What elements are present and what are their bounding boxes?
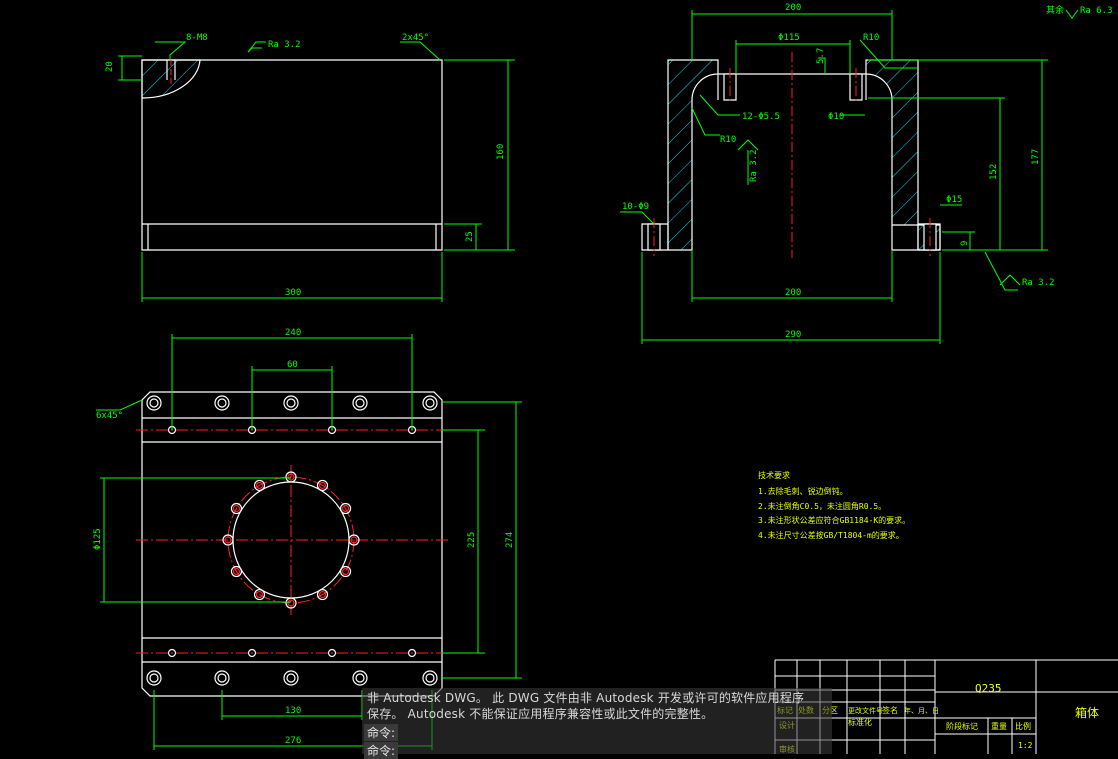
svg-text:300: 300 <box>285 288 301 298</box>
svg-text:9: 9 <box>960 241 970 246</box>
svg-text:其余: 其余 <box>1046 4 1064 16</box>
counterbore-hole <box>146 395 162 411</box>
plan-labels: 240 60 6x45° Φ125 225 274 130 276 <box>93 328 515 746</box>
svg-text:Φ15: Φ15 <box>946 195 962 205</box>
counterbore-hole <box>214 670 230 686</box>
svg-text:276: 276 <box>285 736 301 746</box>
note-item: 2.未注倒角C0.5，未注圆角R0.5。 <box>758 501 886 511</box>
svg-text:Ra 6.3: Ra 6.3 <box>1080 6 1113 16</box>
svg-text:Φ125: Φ125 <box>93 528 103 550</box>
part-name: 箱体 <box>1075 705 1099 720</box>
material-label: Q235 <box>975 682 1002 695</box>
svg-text:R10: R10 <box>720 135 736 145</box>
svg-text:10-Φ9: 10-Φ9 <box>622 202 649 212</box>
counterbore-hole <box>352 395 368 411</box>
counterbore-hole-inner <box>286 673 296 683</box>
svg-text:Φ10: Φ10 <box>828 112 844 122</box>
svg-text:177: 177 <box>1031 149 1041 165</box>
technical-requirements: 技术要求 1.去除毛刺、锐边倒钝。 2.未注倒角C0.5，未注圆角R0.5。 3… <box>758 470 910 540</box>
svg-text:60: 60 <box>287 360 298 370</box>
svg-text:5.7: 5.7 <box>816 48 826 64</box>
counterbore-hole <box>283 395 299 411</box>
svg-text:20: 20 <box>105 61 115 72</box>
counterbore-hole-inner <box>425 398 435 408</box>
counterbore-hole <box>214 395 230 411</box>
note-item: 1.去除毛刺、锐边倒钝。 <box>758 486 848 496</box>
svg-text:R10: R10 <box>863 33 879 43</box>
svg-text:200: 200 <box>785 288 801 298</box>
section-view <box>641 59 941 251</box>
svg-text:Ra 3.2: Ra 3.2 <box>268 40 301 50</box>
svg-text:25: 25 <box>465 231 475 242</box>
svg-text:6x45°: 6x45° <box>96 411 123 421</box>
svg-text:8-M8: 8-M8 <box>186 33 208 43</box>
notes-title: 技术要求 <box>758 470 790 480</box>
svg-text:130: 130 <box>285 706 301 716</box>
svg-text:160: 160 <box>496 144 506 160</box>
svg-text:290: 290 <box>785 330 801 340</box>
counterbore-hole-inner <box>355 673 365 683</box>
counterbore-hole-inner <box>355 398 365 408</box>
section-labels: 200 Φ115 R10 5.7 12-Φ5.5 Φ10 R10 Ra 3.2 … <box>622 3 1113 340</box>
svg-text:152: 152 <box>989 164 999 180</box>
bolt-hole-inner <box>341 567 350 576</box>
counterbore-hole <box>352 670 368 686</box>
drawing-canvas[interactable]: 8-M8 Ra 3.2 2x45° 20 160 25 300 200 Φ115… <box>0 0 1118 754</box>
scale-label: 比例 <box>1015 721 1031 731</box>
plan-view <box>141 391 443 697</box>
svg-text:240: 240 <box>285 328 301 338</box>
svg-text:274: 274 <box>505 532 515 548</box>
svg-text:标准化: 标准化 <box>848 717 872 727</box>
svg-text:签名: 签名 <box>882 705 898 715</box>
counterbore-hole-inner <box>149 398 159 408</box>
counterbore-hole-inner <box>286 398 296 408</box>
command-prompt-history: 命令: <box>364 724 399 741</box>
svg-text:Ra 3.2: Ra 3.2 <box>749 149 759 182</box>
stage-label: 阶段标记 <box>946 721 978 731</box>
counterbore-hole-inner <box>217 398 227 408</box>
counterbore-hole <box>283 670 299 686</box>
svg-text:Ra 3.2: Ra 3.2 <box>1022 278 1055 288</box>
svg-text:Φ115: Φ115 <box>778 33 800 43</box>
svg-text:200: 200 <box>785 3 801 13</box>
note-item: 3.未注形状公差应符合GB1184-K的要求。 <box>758 515 910 525</box>
counterbore-hole-inner <box>217 673 227 683</box>
counterbore-hole-inner <box>425 673 435 683</box>
svg-text:更改文件号: 更改文件号 <box>848 706 883 715</box>
plan-centerlines <box>136 429 448 654</box>
front-view <box>141 59 443 251</box>
counterbore-hole-inner <box>149 673 159 683</box>
scale-value: 1:2 <box>1018 741 1033 750</box>
weight-label: 重量 <box>991 721 1007 731</box>
counterbore-hole <box>422 395 438 411</box>
svg-text:年、月、日: 年、月、日 <box>904 706 939 715</box>
svg-text:12-Φ5.5: 12-Φ5.5 <box>742 112 780 122</box>
command-input[interactable]: 命令: <box>364 742 399 759</box>
counterbore-hole <box>422 670 438 686</box>
svg-text:2x45°: 2x45° <box>402 33 429 43</box>
bottom-edge-holes <box>146 670 438 686</box>
top-edge-holes <box>146 395 438 411</box>
counterbore-hole <box>146 670 162 686</box>
note-item: 4.未注尺寸公差按GB/T1804-m的要求。 <box>758 530 904 540</box>
command-message-line-2: 保存。 Autodesk 不能保证应用程序兼容性或此文件的完整性。 <box>367 707 714 721</box>
command-message-line-1: 非 Autodesk DWG。 此 DWG 文件由非 Autodesk 开发或许… <box>367 691 805 705</box>
svg-text:225: 225 <box>467 532 477 548</box>
